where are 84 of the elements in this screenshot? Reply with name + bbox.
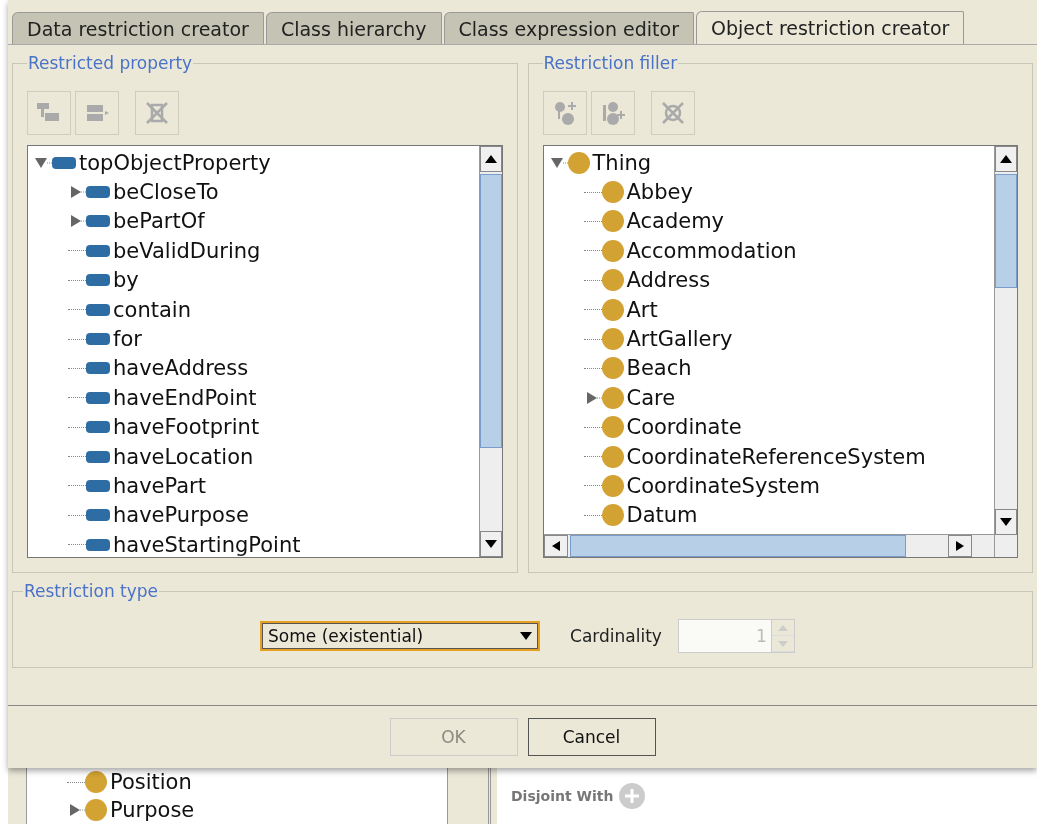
property-icon (86, 420, 110, 435)
scroll-down-icon[interactable] (995, 509, 1017, 535)
property-icon (86, 508, 110, 523)
class-icon (567, 151, 590, 174)
tree-item[interactable]: CoordinateSystem (543, 471, 994, 501)
tree-item[interactable]: Art (543, 294, 994, 325)
tree-item[interactable]: for (28, 324, 479, 354)
expand-triangle-icon[interactable] (68, 185, 86, 200)
class-icon (601, 445, 624, 468)
group-title: Restriction filler (542, 53, 679, 73)
tree-item[interactable]: topObjectProperty (28, 148, 479, 178)
property-icon (86, 273, 110, 288)
collapse-triangle-icon[interactable] (34, 155, 52, 170)
tree-item[interactable]: Thing (543, 148, 994, 178)
property-icon (86, 302, 110, 317)
class-icon (601, 239, 624, 262)
property-icon (86, 332, 110, 347)
class-icon (601, 416, 624, 439)
property-icon (86, 214, 110, 229)
tree-item[interactable]: beCloseTo (28, 177, 479, 207)
tab[interactable]: Class expression editor (443, 12, 694, 44)
scroll-right-icon[interactable] (948, 535, 972, 557)
tab[interactable]: Object restriction creator (695, 11, 965, 44)
tree-item[interactable]: ArtGallery (543, 324, 994, 354)
class-icon (601, 181, 624, 204)
tree-item[interactable]: bePartOf (28, 206, 479, 237)
tree-item[interactable]: Position (27, 768, 447, 796)
tree-item[interactable]: CoordinateReferenceSystem (543, 441, 994, 472)
scroll-up-icon[interactable] (995, 146, 1017, 172)
property-icon (86, 537, 110, 552)
class-icon (601, 328, 624, 351)
tree-item[interactable]: Datum (543, 500, 994, 531)
tree-item[interactable]: Care (543, 383, 994, 413)
scroll-down-icon[interactable] (479, 531, 502, 557)
tree-item[interactable]: haveAddress (28, 353, 479, 384)
property-icon (86, 390, 110, 405)
tree-item[interactable]: havePart (28, 471, 479, 501)
class-icon (601, 210, 624, 233)
tree-item[interactable]: Abbey (543, 177, 994, 207)
property-icon (86, 243, 110, 258)
tree-item[interactable]: Beach (543, 353, 994, 384)
horizontal-scrollbar[interactable] (543, 534, 994, 557)
expand-triangle-icon[interactable] (67, 803, 85, 817)
class-icon (601, 298, 624, 321)
scroll-left-icon[interactable] (543, 535, 568, 557)
class-icon (85, 799, 107, 821)
class-icon (601, 475, 624, 497)
tree-item[interactable]: Address (543, 265, 994, 295)
tree-item[interactable]: Academy (543, 206, 994, 237)
group-title: Restricted property (27, 53, 194, 73)
class-icon (601, 269, 624, 292)
tree-item[interactable]: contain (28, 294, 479, 325)
group-title: Restriction type (23, 581, 160, 601)
class-icon (601, 386, 624, 409)
property-icon (52, 155, 76, 170)
class-icon (601, 357, 624, 380)
property-icon (86, 185, 110, 200)
property-icon (86, 449, 110, 464)
tree-item[interactable]: beValidDuring (28, 236, 479, 266)
tree-item[interactable]: havePurpose (28, 500, 479, 531)
tree-item[interactable]: by (28, 265, 479, 295)
disjoint-with-label: Disjoint With (511, 788, 614, 804)
cardinality-label: Cardinality (570, 626, 662, 646)
property-icon (86, 479, 110, 493)
vertical-scrollbar[interactable] (478, 146, 502, 557)
property-icon (86, 361, 110, 376)
scroll-up-icon[interactable] (479, 146, 502, 172)
dropdown-arrow-icon (520, 632, 533, 640)
tab[interactable]: Class hierarchy (265, 12, 442, 44)
tree-item[interactable]: haveLocation (28, 441, 479, 472)
collapse-triangle-icon[interactable] (549, 155, 568, 170)
tree-item[interactable]: haveEndPoint (28, 383, 479, 413)
tab[interactable]: Data restriction creator (12, 12, 264, 44)
tree-item[interactable]: Accommodation (543, 236, 994, 266)
cancel-button[interactable]: Cancel (527, 718, 656, 756)
tree-item[interactable]: haveFootprint (28, 412, 479, 442)
vertical-scrollbar[interactable] (994, 146, 1017, 557)
tree-item[interactable]: Purpose (27, 796, 447, 824)
restriction-type-dropdown[interactable]: Some (existential) (260, 621, 541, 651)
tree-item[interactable]: Coordinate (543, 412, 994, 442)
tree-item[interactable]: haveStartingPoint (28, 530, 479, 557)
class-icon (85, 771, 107, 793)
expand-triangle-icon[interactable] (68, 214, 86, 229)
class-icon (601, 504, 624, 527)
